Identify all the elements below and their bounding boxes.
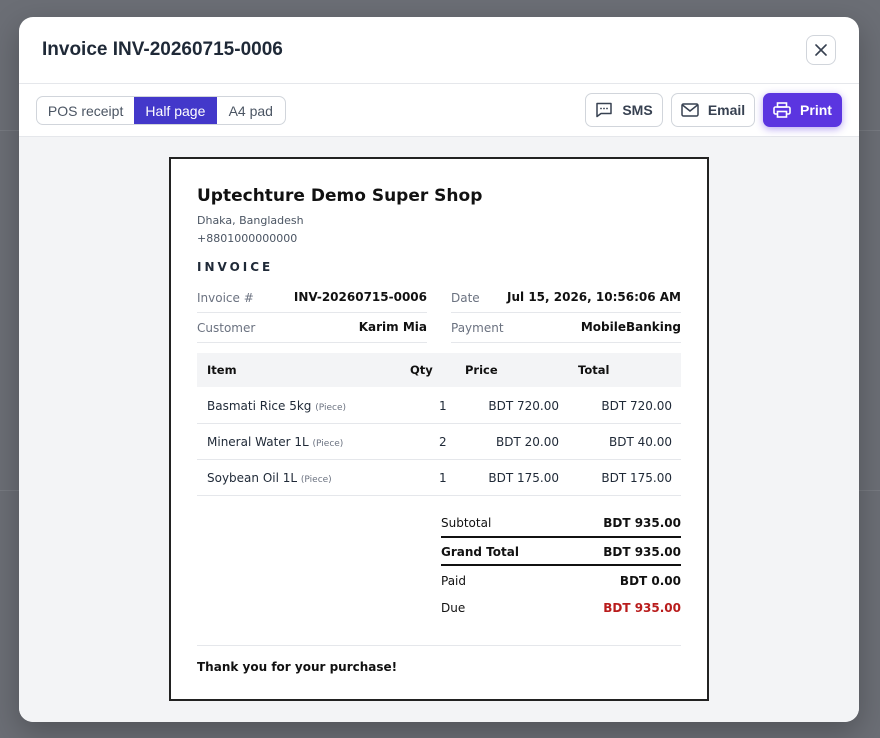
table-row: Soybean Oil 1L (Piece) 1 BDT 175.00 BDT … xyxy=(197,460,681,496)
format-half-page[interactable]: Half page xyxy=(134,97,217,124)
item-qty: 1 xyxy=(439,399,447,413)
summary-label: Paid xyxy=(441,574,467,588)
grand-total-value: BDT 935.00 xyxy=(603,545,681,559)
item-name: Mineral Water 1L xyxy=(207,435,309,449)
item-name: Basmati Rice 5kg xyxy=(207,399,312,413)
column-header-price: Price xyxy=(465,363,498,377)
meta-label: Invoice # xyxy=(197,291,254,305)
item-total: BDT 720.00 xyxy=(601,399,672,413)
modal-title: Invoice INV-20260715-0006 xyxy=(42,39,283,60)
summary-label: Subtotal xyxy=(441,516,492,530)
customer-name: Karim Mia xyxy=(358,320,427,334)
shop-phone: +8801000000000 xyxy=(197,232,298,245)
meta-label: Customer xyxy=(197,321,256,335)
email-button[interactable]: Email xyxy=(671,93,755,127)
subtotal-value: BDT 935.00 xyxy=(603,516,681,530)
invoice-heading: INVOICE xyxy=(197,260,274,274)
meta-label: Payment xyxy=(451,321,504,335)
item-unit: (Piece) xyxy=(312,439,344,449)
shop-name: Uptechture Demo Super Shop xyxy=(197,186,483,206)
meta-label: Date xyxy=(451,291,480,305)
printer-icon xyxy=(773,102,791,118)
sms-button[interactable]: SMS xyxy=(585,93,663,127)
item-price: BDT 720.00 xyxy=(488,399,559,413)
invoice-date: Jul 15, 2026, 10:56:06 AM xyxy=(507,290,681,304)
item-name-cell: Basmati Rice 5kg (Piece) xyxy=(207,399,346,413)
summary-subtotal: Subtotal BDT 935.00 xyxy=(441,515,681,537)
paid-value: BDT 0.00 xyxy=(619,574,681,588)
thank-you-note: Thank you for your purchase! xyxy=(197,660,398,674)
invoice-preview-area[interactable]: Uptechture Demo Super Shop Dhaka, Bangla… xyxy=(19,137,859,722)
mail-icon xyxy=(681,103,699,117)
format-pos-receipt[interactable]: POS receipt xyxy=(37,97,134,124)
message-square-icon xyxy=(596,102,613,118)
item-price: BDT 175.00 xyxy=(488,471,559,485)
column-header-qty: Qty xyxy=(410,363,433,377)
item-name-cell: Mineral Water 1L (Piece) xyxy=(207,435,343,449)
item-unit: (Piece) xyxy=(300,475,332,485)
item-total: BDT 40.00 xyxy=(609,435,672,449)
meta-payment: Payment MobileBanking xyxy=(451,313,681,343)
shop-address: Dhaka, Bangladesh xyxy=(197,214,304,227)
column-header-item: Item xyxy=(207,363,237,377)
table-row: Mineral Water 1L (Piece) 2 BDT 20.00 BDT… xyxy=(197,424,681,460)
invoice-modal: Invoice INV-20260715-0006 POS receipt Ha… xyxy=(19,17,859,722)
email-label: Email xyxy=(707,102,746,118)
summary-label: Due xyxy=(441,601,466,615)
items-table-header: Item Qty Price Total xyxy=(197,353,681,387)
table-row: Basmati Rice 5kg (Piece) 1 BDT 720.00 BD… xyxy=(197,388,681,424)
modal-header: Invoice INV-20260715-0006 xyxy=(19,17,859,84)
item-total: BDT 175.00 xyxy=(601,471,672,485)
format-a4-pad[interactable]: A4 pad xyxy=(217,97,285,124)
format-selector: POS receipt Half page A4 pad xyxy=(36,96,286,125)
item-name-cell: Soybean Oil 1L (Piece) xyxy=(207,471,332,485)
footer-divider xyxy=(197,645,681,646)
summary-due: Due BDT 935.00 xyxy=(441,600,681,622)
item-name: Soybean Oil 1L xyxy=(207,471,298,485)
due-value: BDT 935.00 xyxy=(603,601,681,615)
meta-date: Date Jul 15, 2026, 10:56:06 AM xyxy=(451,283,681,313)
item-price: BDT 20.00 xyxy=(496,435,559,449)
item-qty: 1 xyxy=(439,471,447,485)
item-qty: 2 xyxy=(439,435,447,449)
invoice-paper: Uptechture Demo Super Shop Dhaka, Bangla… xyxy=(169,157,709,701)
close-button[interactable] xyxy=(806,35,836,65)
invoice-number: INV-20260715-0006 xyxy=(293,290,427,304)
payment-method: MobileBanking xyxy=(580,320,681,334)
summary-paid: Paid BDT 0.00 xyxy=(441,573,681,595)
print-button[interactable]: Print xyxy=(763,93,842,127)
meta-customer: Customer Karim Mia xyxy=(197,313,427,343)
toolbar: POS receipt Half page A4 pad SMS Email P… xyxy=(19,84,859,137)
item-unit: (Piece) xyxy=(315,403,347,413)
meta-invoice-number: Invoice # INV-20260715-0006 xyxy=(197,283,427,313)
sms-label: SMS xyxy=(622,102,653,118)
summary-label: Grand Total xyxy=(441,545,519,559)
column-header-total: Total xyxy=(578,363,610,377)
close-icon xyxy=(815,44,827,56)
print-label: Print xyxy=(800,102,832,118)
summary-grand-total: Grand Total BDT 935.00 xyxy=(441,536,681,566)
